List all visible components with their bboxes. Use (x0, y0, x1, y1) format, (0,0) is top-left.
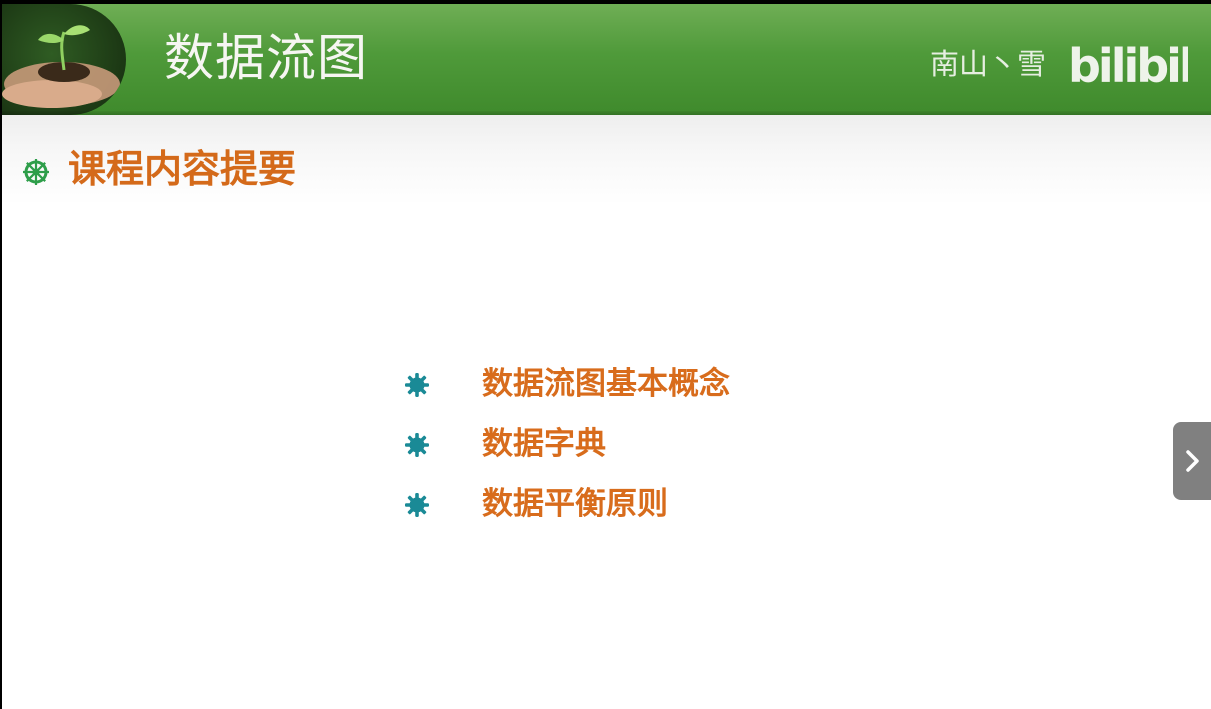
seedling-in-hands-icon (2, 4, 126, 115)
list-item-label: 数据流图基本概念 (482, 366, 730, 402)
section-heading: 课程内容提要 (68, 146, 297, 191)
list-item-label: 数据字典 (482, 426, 606, 462)
svg-text:bilibili: bilibili (1068, 39, 1188, 90)
uploader-watermark: 南山丶雪 (930, 47, 1047, 81)
bilibili-logo: bilibili (1068, 39, 1188, 90)
slide-header: 数据流图 南山丶雪 bilibili (2, 4, 1211, 115)
next-button[interactable] (1173, 422, 1211, 500)
list-item-label: 数据平衡原则 (482, 486, 668, 522)
chevron-right-icon (1186, 450, 1199, 472)
gear-bullet-icon (405, 493, 429, 517)
list-item: 数据平衡原则 (404, 482, 824, 526)
slide-title: 数据流图 (164, 29, 368, 87)
list-item: 数据字典 (404, 422, 824, 466)
wheel-bullet-icon (23, 159, 49, 185)
gear-bullet-icon (405, 373, 429, 397)
video-player: 数据流图 南山丶雪 bilibili 课程内容提要 (0, 0, 1211, 709)
presentation-slide: 数据流图 南山丶雪 bilibili 课程内容提要 (2, 4, 1211, 709)
list-item: 数据流图基本概念 (404, 362, 824, 406)
gear-bullet-icon (405, 433, 429, 457)
